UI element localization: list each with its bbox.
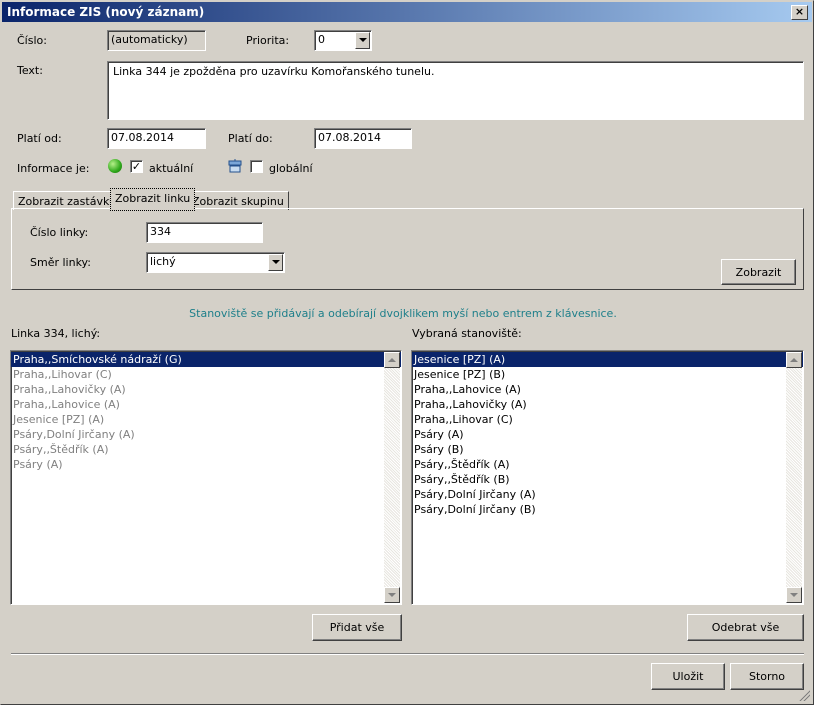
- list-item[interactable]: Praha,,Lihovar (C): [412, 412, 803, 427]
- tab-panel-linka: Číslo linky: 334 Směr linky: lichý Zobra…: [11, 208, 804, 290]
- plati-do-field[interactable]: 07.08.2014: [314, 128, 412, 149]
- hint-text: Stanoviště se přidávají a odebírají dvoj…: [189, 307, 617, 320]
- smer-linky-label: Směr linky:: [30, 256, 91, 269]
- list-item[interactable]: Praha,,Lahovice (A): [412, 382, 803, 397]
- cislo-field: (automaticky): [107, 30, 206, 51]
- list-item[interactable]: Jesenice [PZ] (A): [412, 352, 803, 367]
- separator: [11, 653, 804, 655]
- zobrazit-button[interactable]: Zobrazit: [721, 259, 796, 285]
- window-title: Informace ZIS (nový záznam): [7, 5, 205, 19]
- plati-do-label: Platí do:: [228, 132, 273, 145]
- chevron-down-icon[interactable]: [355, 32, 370, 49]
- aktualni-checkbox[interactable]: ✓: [130, 160, 143, 173]
- network-icon: [228, 159, 242, 173]
- list-item[interactable]: Praha,,Lahovičky (A): [412, 397, 803, 412]
- aktualni-label: aktuální: [149, 162, 194, 175]
- dialog-window: Informace ZIS (nový záznam) × Číslo: (au…: [0, 0, 814, 705]
- list-item[interactable]: Psáry,,Štědřík (A): [412, 457, 803, 472]
- list-item[interactable]: Jesenice [PZ] (A): [11, 412, 401, 427]
- status-green-icon: [108, 159, 122, 173]
- priorita-select[interactable]: 0: [314, 30, 372, 51]
- odebrat-vse-button[interactable]: Odebrat vše: [687, 614, 804, 641]
- priorita-label: Priorita:: [246, 34, 290, 47]
- list-item[interactable]: Psáry (A): [412, 427, 803, 442]
- list-item[interactable]: Psáry,,Štědřík (A): [11, 442, 401, 457]
- chevron-down-icon[interactable]: [268, 254, 283, 271]
- text-label: Text:: [17, 64, 43, 77]
- title-bar: Informace ZIS (nový záznam) ×: [2, 2, 812, 22]
- priorita-value: 0: [318, 33, 325, 46]
- right-list-header: Vybraná stanoviště:: [412, 327, 522, 340]
- smer-linky-value: lichý: [150, 255, 176, 268]
- list-item[interactable]: Praha,,Lihovar (C): [11, 367, 401, 382]
- left-list-header: Linka 334, lichý:: [11, 327, 101, 340]
- close-button[interactable]: ×: [791, 5, 808, 20]
- tab-zobrazit-linku[interactable]: Zobrazit linku: [110, 188, 196, 211]
- right-scrollbar[interactable]: [786, 352, 802, 603]
- cislo-linky-label: Číslo linky:: [30, 226, 89, 239]
- right-stop-list[interactable]: Jesenice [PZ] (A) Jesenice [PZ] (B) Praha,…: [411, 350, 804, 605]
- plati-od-label: Platí od:: [17, 132, 62, 145]
- left-stop-list[interactable]: Praha,,Smíchovské nádraží (G) Praha,,Liho…: [10, 350, 402, 605]
- list-item[interactable]: Jesenice [PZ] (B): [412, 367, 803, 382]
- resize-grip-icon[interactable]: [798, 689, 810, 701]
- scroll-down-icon[interactable]: [384, 587, 400, 603]
- globalni-checkbox[interactable]: [250, 160, 263, 173]
- storno-button[interactable]: Storno: [730, 663, 804, 690]
- plati-od-field[interactable]: 07.08.2014: [107, 128, 206, 149]
- text-area[interactable]: Linka 344 je zpožděna pro uzavírku Komoř…: [107, 61, 804, 120]
- list-item[interactable]: Psáry,Dolní Jirčany (A): [11, 427, 401, 442]
- list-item[interactable]: Psáry (B): [412, 442, 803, 457]
- cislo-linky-field[interactable]: 334: [146, 222, 263, 243]
- list-item[interactable]: Praha,,Lahovičky (A): [11, 382, 401, 397]
- scroll-up-icon[interactable]: [384, 352, 400, 368]
- list-item[interactable]: Psáry (A): [11, 457, 401, 472]
- informace-label: Informace je:: [17, 162, 90, 175]
- list-item[interactable]: Psáry,,Štědřík (B): [412, 472, 803, 487]
- list-item[interactable]: Psáry,Dolní Jirčany (A): [412, 487, 803, 502]
- scroll-down-icon[interactable]: [786, 587, 802, 603]
- pridat-vse-button[interactable]: Přidat vše: [312, 614, 402, 641]
- list-item[interactable]: Psáry,Dolní Jirčany (B): [412, 502, 803, 517]
- cislo-label: Číslo:: [17, 34, 47, 47]
- left-scrollbar[interactable]: [384, 352, 400, 603]
- ulozit-button[interactable]: Uložit: [651, 663, 725, 690]
- list-item[interactable]: Praha,,Lahovice (A): [11, 397, 401, 412]
- globalni-label: globální: [269, 162, 313, 175]
- scroll-up-icon[interactable]: [786, 352, 802, 368]
- smer-linky-select[interactable]: lichý: [146, 252, 285, 273]
- list-item[interactable]: Praha,,Smíchovské nádraží (G): [11, 352, 401, 367]
